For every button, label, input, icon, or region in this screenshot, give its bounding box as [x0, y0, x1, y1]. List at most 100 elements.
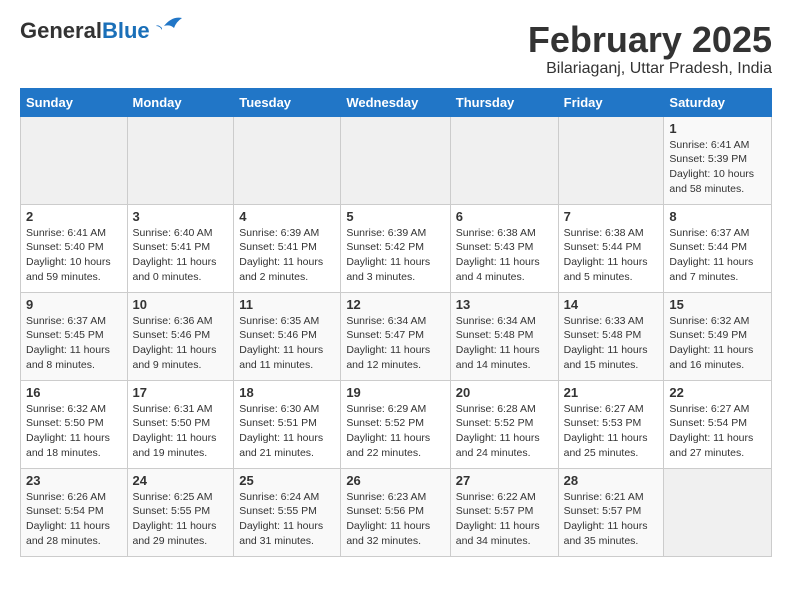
logo-bird-icon — [154, 14, 184, 38]
day-cell — [450, 116, 558, 204]
day-cell: 28 Sunrise: 6:21 AM Sunset: 5:57 PM Dayli… — [558, 468, 664, 556]
day-number: 26 — [346, 473, 444, 488]
day-info: Sunrise: 6:39 AM Sunset: 5:42 PM Dayligh… — [346, 226, 444, 285]
day-cell: 3 Sunrise: 6:40 AM Sunset: 5:41 PM Daylig… — [127, 204, 234, 292]
day-number: 18 — [239, 385, 335, 400]
day-info: Sunrise: 6:38 AM Sunset: 5:44 PM Dayligh… — [564, 226, 659, 285]
day-info: Sunrise: 6:34 AM Sunset: 5:47 PM Dayligh… — [346, 314, 444, 373]
day-info: Sunrise: 6:32 AM Sunset: 5:49 PM Dayligh… — [669, 314, 766, 373]
day-info: Sunrise: 6:27 AM Sunset: 5:54 PM Dayligh… — [669, 402, 766, 461]
header: GeneralBlue February 2025 Bilariaganj, U… — [20, 20, 772, 78]
day-number: 19 — [346, 385, 444, 400]
day-cell: 25 Sunrise: 6:24 AM Sunset: 5:55 PM Dayli… — [234, 468, 341, 556]
day-cell: 20 Sunrise: 6:28 AM Sunset: 5:52 PM Dayli… — [450, 380, 558, 468]
week-row-1: 2 Sunrise: 6:41 AM Sunset: 5:40 PM Daylig… — [21, 204, 772, 292]
day-cell — [341, 116, 450, 204]
day-number: 6 — [456, 209, 553, 224]
col-header-tuesday: Tuesday — [234, 88, 341, 116]
week-row-0: 1 Sunrise: 6:41 AM Sunset: 5:39 PM Daylig… — [21, 116, 772, 204]
week-row-2: 9 Sunrise: 6:37 AM Sunset: 5:45 PM Daylig… — [21, 292, 772, 380]
day-info: Sunrise: 6:23 AM Sunset: 5:56 PM Dayligh… — [346, 490, 444, 549]
day-info: Sunrise: 6:25 AM Sunset: 5:55 PM Dayligh… — [133, 490, 229, 549]
day-cell: 24Sunrise: 6:25 AM Sunset: 5:55 PM Dayli… — [127, 468, 234, 556]
day-cell — [558, 116, 664, 204]
day-cell: 6 Sunrise: 6:38 AM Sunset: 5:43 PM Daylig… — [450, 204, 558, 292]
header-row: SundayMondayTuesdayWednesdayThursdayFrid… — [21, 88, 772, 116]
day-number: 22 — [669, 385, 766, 400]
day-cell: 8Sunrise: 6:37 AM Sunset: 5:44 PM Daylig… — [664, 204, 772, 292]
col-header-wednesday: Wednesday — [341, 88, 450, 116]
day-info: Sunrise: 6:31 AM Sunset: 5:50 PM Dayligh… — [133, 402, 229, 461]
day-number: 8 — [669, 209, 766, 224]
day-number: 15 — [669, 297, 766, 312]
day-number: 7 — [564, 209, 659, 224]
day-number: 2 — [26, 209, 122, 224]
title-area: February 2025 Bilariaganj, Uttar Pradesh… — [528, 20, 772, 78]
day-cell: 12Sunrise: 6:34 AM Sunset: 5:47 PM Dayli… — [341, 292, 450, 380]
day-info: Sunrise: 6:21 AM Sunset: 5:57 PM Dayligh… — [564, 490, 659, 549]
week-row-4: 23Sunrise: 6:26 AM Sunset: 5:54 PM Dayli… — [21, 468, 772, 556]
col-header-saturday: Saturday — [664, 88, 772, 116]
day-number: 17 — [133, 385, 229, 400]
day-cell: 26 Sunrise: 6:23 AM Sunset: 5:56 PM Dayli… — [341, 468, 450, 556]
day-info: Sunrise: 6:37 AM Sunset: 5:45 PM Dayligh… — [26, 314, 122, 373]
day-number: 25 — [239, 473, 335, 488]
day-info: Sunrise: 6:30 AM Sunset: 5:51 PM Dayligh… — [239, 402, 335, 461]
day-cell: 9 Sunrise: 6:37 AM Sunset: 5:45 PM Daylig… — [21, 292, 128, 380]
day-number: 11 — [239, 297, 335, 312]
day-cell: 21Sunrise: 6:27 AM Sunset: 5:53 PM Dayli… — [558, 380, 664, 468]
day-cell: 22 Sunrise: 6:27 AM Sunset: 5:54 PM Dayli… — [664, 380, 772, 468]
day-info: Sunrise: 6:28 AM Sunset: 5:52 PM Dayligh… — [456, 402, 553, 461]
week-row-3: 16 Sunrise: 6:32 AM Sunset: 5:50 PM Dayli… — [21, 380, 772, 468]
day-cell — [664, 468, 772, 556]
day-number: 3 — [133, 209, 229, 224]
day-number: 20 — [456, 385, 553, 400]
day-cell: 16 Sunrise: 6:32 AM Sunset: 5:50 PM Dayli… — [21, 380, 128, 468]
day-cell: 7 Sunrise: 6:38 AM Sunset: 5:44 PM Daylig… — [558, 204, 664, 292]
day-info: Sunrise: 6:39 AM Sunset: 5:41 PM Dayligh… — [239, 226, 335, 285]
day-number: 10 — [133, 297, 229, 312]
day-info: Sunrise: 6:36 AM Sunset: 5:46 PM Dayligh… — [133, 314, 229, 373]
day-cell: 19Sunrise: 6:29 AM Sunset: 5:52 PM Dayli… — [341, 380, 450, 468]
day-number: 27 — [456, 473, 553, 488]
day-info: Sunrise: 6:32 AM Sunset: 5:50 PM Dayligh… — [26, 402, 122, 461]
day-info: Sunrise: 6:24 AM Sunset: 5:55 PM Dayligh… — [239, 490, 335, 549]
day-info: Sunrise: 6:27 AM Sunset: 5:53 PM Dayligh… — [564, 402, 659, 461]
logo: GeneralBlue — [20, 20, 184, 42]
day-number: 28 — [564, 473, 659, 488]
day-info: Sunrise: 6:33 AM Sunset: 5:48 PM Dayligh… — [564, 314, 659, 373]
calendar-title: February 2025 — [528, 20, 772, 60]
day-number: 13 — [456, 297, 553, 312]
day-cell: 14Sunrise: 6:33 AM Sunset: 5:48 PM Dayli… — [558, 292, 664, 380]
day-info: Sunrise: 6:41 AM Sunset: 5:40 PM Dayligh… — [26, 226, 122, 285]
day-cell: 17 Sunrise: 6:31 AM Sunset: 5:50 PM Dayli… — [127, 380, 234, 468]
day-cell: 27 Sunrise: 6:22 AM Sunset: 5:57 PM Dayli… — [450, 468, 558, 556]
day-number: 4 — [239, 209, 335, 224]
day-cell: 10 Sunrise: 6:36 AM Sunset: 5:46 PM Dayli… — [127, 292, 234, 380]
col-header-thursday: Thursday — [450, 88, 558, 116]
day-info: Sunrise: 6:34 AM Sunset: 5:48 PM Dayligh… — [456, 314, 553, 373]
col-header-sunday: Sunday — [21, 88, 128, 116]
day-cell: 1 Sunrise: 6:41 AM Sunset: 5:39 PM Daylig… — [664, 116, 772, 204]
day-info: Sunrise: 6:40 AM Sunset: 5:41 PM Dayligh… — [133, 226, 229, 285]
day-cell: 2 Sunrise: 6:41 AM Sunset: 5:40 PM Daylig… — [21, 204, 128, 292]
day-cell: 5 Sunrise: 6:39 AM Sunset: 5:42 PM Daylig… — [341, 204, 450, 292]
day-number: 9 — [26, 297, 122, 312]
day-cell — [127, 116, 234, 204]
day-cell: 18 Sunrise: 6:30 AM Sunset: 5:51 PM Dayli… — [234, 380, 341, 468]
day-info: Sunrise: 6:35 AM Sunset: 5:46 PM Dayligh… — [239, 314, 335, 373]
day-cell: 11 Sunrise: 6:35 AM Sunset: 5:46 PM Dayli… — [234, 292, 341, 380]
calendar-subtitle: Bilariaganj, Uttar Pradesh, India — [528, 60, 772, 78]
col-header-monday: Monday — [127, 88, 234, 116]
day-cell: 23Sunrise: 6:26 AM Sunset: 5:54 PM Dayli… — [21, 468, 128, 556]
day-info: Sunrise: 6:26 AM Sunset: 5:54 PM Dayligh… — [26, 490, 122, 549]
day-number: 1 — [669, 121, 766, 136]
day-number: 5 — [346, 209, 444, 224]
day-number: 16 — [26, 385, 122, 400]
day-cell: 15 Sunrise: 6:32 AM Sunset: 5:49 PM Dayli… — [664, 292, 772, 380]
logo-general: General — [20, 18, 102, 43]
day-info: Sunrise: 6:41 AM Sunset: 5:39 PM Dayligh… — [669, 138, 766, 197]
day-info: Sunrise: 6:38 AM Sunset: 5:43 PM Dayligh… — [456, 226, 553, 285]
logo-blue: Blue — [102, 18, 150, 43]
day-info: Sunrise: 6:22 AM Sunset: 5:57 PM Dayligh… — [456, 490, 553, 549]
